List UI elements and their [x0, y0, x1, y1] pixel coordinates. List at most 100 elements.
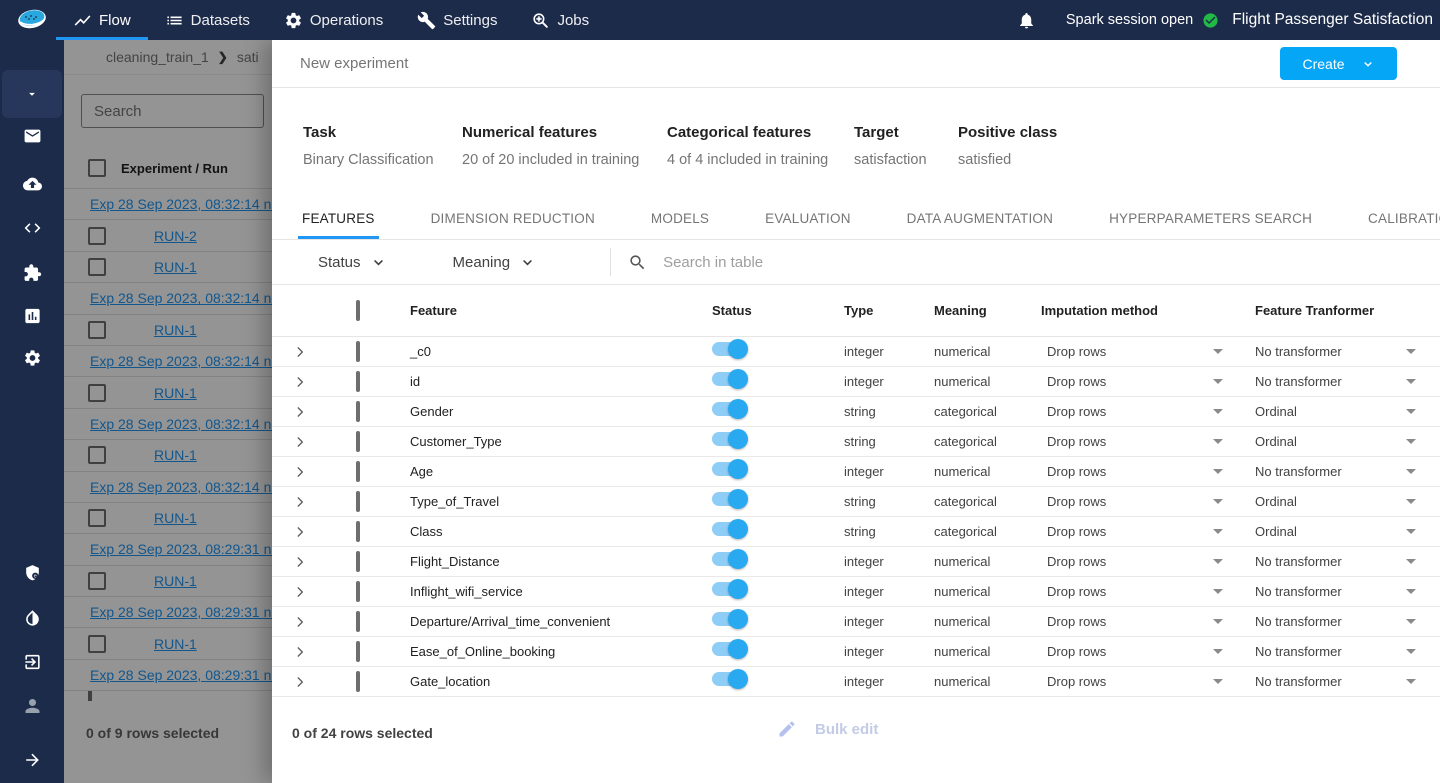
transformer-select[interactable]: No transformer [1237, 674, 1440, 689]
imputation-select[interactable]: Drop rows [1027, 584, 1237, 599]
tab-features[interactable]: FEATURES [298, 211, 379, 239]
tab-evaluation[interactable]: EVALUATION [763, 211, 853, 239]
expand-chevron-icon[interactable] [272, 555, 328, 569]
expand-chevron-icon[interactable] [272, 345, 328, 359]
expand-chevron-icon[interactable] [272, 435, 328, 449]
transformer-select[interactable]: Ordinal [1237, 494, 1440, 509]
transformer-select[interactable]: No transformer [1237, 344, 1440, 359]
feature-checkbox[interactable] [356, 610, 360, 632]
status-toggle[interactable] [712, 489, 748, 509]
feature-checkbox[interactable] [356, 640, 360, 662]
workspace-switcher[interactable] [2, 70, 62, 118]
imputation-select[interactable]: Drop rows [1027, 374, 1237, 389]
imputation-select[interactable]: Drop rows [1027, 644, 1237, 659]
features-selected-count: 0 of 24 rows selected [292, 725, 433, 741]
meaning-filter-dropdown[interactable]: Meaning [453, 254, 536, 271]
tab-calibration[interactable]: CALIBRATION [1366, 211, 1440, 239]
transformer-select[interactable]: No transformer [1237, 644, 1440, 659]
sidebar-item-theme[interactable] [0, 609, 64, 628]
bulk-edit-button[interactable]: Bulk edit [777, 719, 878, 739]
status-toggle[interactable] [712, 339, 748, 359]
feature-checkbox[interactable] [356, 460, 360, 482]
tab-dimension-reduction[interactable]: DIMENSION REDUCTION [429, 211, 597, 239]
modal-scrim[interactable] [64, 40, 272, 783]
transformer-select[interactable]: No transformer [1237, 554, 1440, 569]
status-toggle[interactable] [712, 609, 748, 629]
imputation-select[interactable]: Drop rows [1027, 404, 1237, 419]
nav-tab-flow[interactable]: Flow [56, 0, 148, 40]
nav-tab-settings[interactable]: Settings [400, 0, 514, 40]
nav-tab-datasets[interactable]: Datasets [148, 0, 267, 40]
status-toggle[interactable] [712, 519, 748, 539]
status-toggle[interactable] [712, 369, 748, 389]
sidebar-item-mail[interactable] [0, 127, 64, 146]
imputation-select[interactable]: Drop rows [1027, 554, 1237, 569]
status-toggle[interactable] [712, 669, 748, 689]
imputation-select[interactable]: Drop rows [1027, 464, 1237, 479]
feature-checkbox[interactable] [356, 580, 360, 602]
expand-chevron-icon[interactable] [272, 645, 328, 659]
expand-chevron-icon[interactable] [272, 465, 328, 479]
feature-checkbox[interactable] [356, 520, 360, 542]
feature-checkbox[interactable] [356, 490, 360, 512]
feature-checkbox[interactable] [356, 400, 360, 422]
status-toggle[interactable] [712, 579, 748, 599]
status-toggle[interactable] [712, 399, 748, 419]
transformer-select[interactable]: No transformer [1237, 374, 1440, 389]
status-toggle[interactable] [712, 549, 748, 569]
sidebar-item-reports[interactable] [0, 307, 64, 326]
expand-chevron-icon[interactable] [272, 585, 328, 599]
nav-tab-operations[interactable]: Operations [267, 0, 400, 40]
select-all-features-checkbox[interactable] [356, 299, 360, 321]
nav-tab-jobs[interactable]: Jobs [514, 0, 606, 40]
feature-checkbox[interactable] [356, 430, 360, 452]
sidebar-item-privacy[interactable]: e [0, 564, 64, 583]
feature-checkbox[interactable] [356, 340, 360, 362]
tab-hyperparameters-search[interactable]: HYPERPARAMETERS SEARCH [1107, 211, 1314, 239]
sidebar-item-collapse[interactable] [0, 751, 64, 770]
imputation-select[interactable]: Drop rows [1027, 344, 1237, 359]
tab-data-augmentation[interactable]: DATA AUGMENTATION [905, 211, 1055, 239]
expand-chevron-icon[interactable] [272, 405, 328, 419]
imputation-select[interactable]: Drop rows [1027, 434, 1237, 449]
status-toggle[interactable] [712, 639, 748, 659]
imputation-select[interactable]: Drop rows [1027, 524, 1237, 539]
tab-models[interactable]: MODELS [649, 211, 711, 239]
create-button[interactable]: Create [1280, 47, 1397, 80]
status-toggle[interactable] [712, 429, 748, 449]
select-arrow-icon [1213, 619, 1223, 624]
notifications-bell-icon[interactable] [1017, 11, 1036, 30]
transformer-select[interactable]: No transformer [1237, 464, 1440, 479]
transformer-select[interactable]: No transformer [1237, 614, 1440, 629]
feature-checkbox[interactable] [356, 550, 360, 572]
expand-chevron-icon[interactable] [272, 495, 328, 509]
feature-checkbox[interactable] [356, 670, 360, 692]
feature-name: Departure/Arrival_time_convenient [410, 614, 611, 629]
imputation-value: Drop rows [1047, 374, 1107, 389]
sidebar-item-profile[interactable] [0, 696, 64, 717]
transformer-select[interactable]: Ordinal [1237, 434, 1440, 449]
status-filter-dropdown[interactable]: Status [318, 254, 386, 271]
feature-meaning: numerical [934, 674, 991, 689]
sidebar-item-logout[interactable] [0, 653, 64, 672]
feature-meaning: categorical [934, 404, 997, 419]
transformer-select[interactable]: No transformer [1237, 584, 1440, 599]
expand-chevron-icon[interactable] [272, 675, 328, 689]
transformer-select[interactable]: Ordinal [1237, 524, 1440, 539]
transformer-select[interactable]: Ordinal [1237, 404, 1440, 419]
expand-chevron-icon[interactable] [272, 615, 328, 629]
imputation-select[interactable]: Drop rows [1027, 674, 1237, 689]
table-search-input[interactable] [663, 253, 1064, 271]
app-logo[interactable] [0, 6, 64, 34]
imputation-select[interactable]: Drop rows [1027, 494, 1237, 509]
main-nav-tabs: Flow Datasets Operations Settings Jobs [56, 0, 606, 40]
expand-chevron-icon[interactable] [272, 375, 328, 389]
feature-checkbox[interactable] [356, 370, 360, 392]
status-toggle[interactable] [712, 459, 748, 479]
sidebar-item-code[interactable] [0, 219, 64, 238]
imputation-select[interactable]: Drop rows [1027, 614, 1237, 629]
expand-chevron-icon[interactable] [272, 525, 328, 539]
sidebar-item-extensions[interactable] [0, 264, 64, 283]
sidebar-item-upload[interactable] [0, 175, 64, 194]
sidebar-item-settings[interactable] [0, 349, 64, 368]
